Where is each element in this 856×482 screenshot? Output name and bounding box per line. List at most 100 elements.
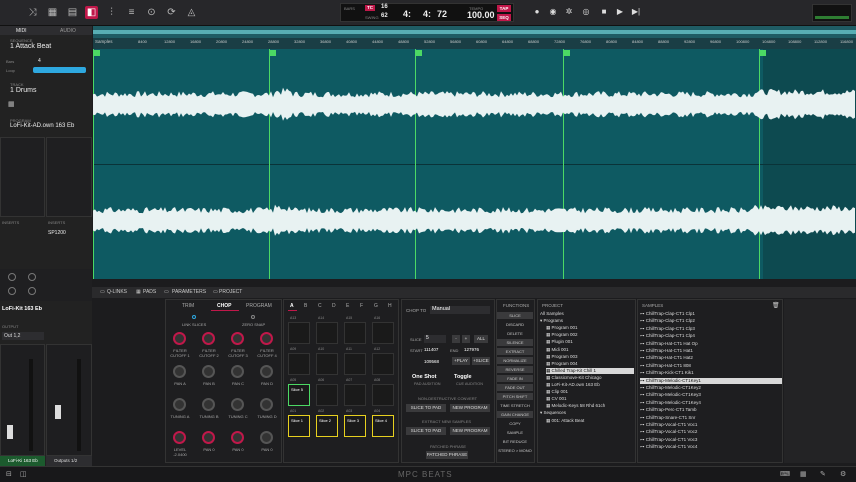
link-slices-toggle[interactable] [192,315,196,319]
sample-item[interactable]: ⊶ ChillTrap-Melodic-CT1Key2 [640,385,782,391]
sample-item[interactable]: ⊶ ChillTrap-Hat-CT1 Hat Op [640,341,782,347]
pad-a14[interactable]: A14 [316,316,338,344]
loop-toggle[interactable] [33,67,86,73]
length-value[interactable]: 109568 [424,359,439,364]
function-fade-in[interactable]: FADE IN [497,375,533,382]
pan-knob-4[interactable] [28,287,36,295]
pad-a12[interactable]: A12 [372,347,394,375]
tab-pads[interactable]: PADS [143,289,156,295]
sample-item[interactable]: ⊶ ChillTrap-Vocal-CT1 Voc1 [640,422,782,428]
slice-minus-button[interactable]: - [452,335,460,343]
chop-mode[interactable]: CHOP [217,303,231,309]
pad-a10[interactable]: A10 [316,347,338,375]
shuffle-icon[interactable]: ⤨ [26,6,39,19]
knob-pan-c[interactable] [231,365,244,378]
pad-a09[interactable]: A09 [288,347,310,375]
knob-filter-cutoff-2[interactable] [202,332,215,345]
function-bit-reduce[interactable]: BIT REDUCE [497,438,533,445]
grid-small-icon[interactable]: ▦ [8,100,16,108]
knob-pan-d[interactable] [260,365,273,378]
tab-project[interactable]: PROJECT [219,289,242,295]
sample-item[interactable]: ⊶ ChillTrap-Melodic-CT1Key4 [640,400,782,406]
slice-value[interactable]: 5 [424,335,446,343]
pan-knob-3[interactable] [8,287,16,295]
track-name[interactable]: 1 Drums [10,87,102,94]
pad-a11[interactable]: A11 [344,347,366,375]
tc-button[interactable]: TC [365,5,375,11]
pan-knob-1[interactable] [8,273,16,281]
pad-bank-f[interactable]: F [360,303,363,309]
knob-level-2-0400[interactable] [173,431,186,444]
waveform-editor[interactable] [93,49,856,279]
overdub-button[interactable]: ◉ [547,6,559,18]
knob-filter-cutoff-3[interactable] [231,332,244,345]
end-value[interactable]: 127976 [464,347,479,352]
midi-tab[interactable]: MIDI [16,28,27,34]
pad-a05[interactable]: A05 Slice 5 [288,378,310,406]
sample-item[interactable]: ⊶ ChillTrap-Clap-CT1 Clp3 [640,326,782,332]
record-button[interactable]: ● [531,6,543,18]
status-menu-icon[interactable]: ⊟ [6,470,12,478]
audio-tab[interactable]: AUDIO [60,28,76,34]
zero-snap-toggle[interactable] [251,315,255,319]
knob-tuning-a[interactable] [173,398,186,411]
status-cpu-icon[interactable]: ◫ [20,470,27,478]
sample-item[interactable]: ⊶ ChillTrap-Vocal-CT1 Voc4 [640,444,782,450]
sample-edit-icon[interactable]: ◧ [85,6,98,19]
project-item[interactable]: ▦ Melodic-Keys 58 Rhd 61ch [546,403,634,409]
sample-item[interactable]: ⊶ ChillTrap-Melodic-CT1Key3 [640,392,782,398]
function-sample[interactable]: SAMPLE [497,429,533,436]
project-item[interactable]: ▦ CV 001 [546,396,634,402]
knob-tuning-c[interactable] [231,398,244,411]
sample-item[interactable]: ⊶ ChillTrap-Vocal-CT1 Voc3 [640,437,782,443]
project-item[interactable]: ▦ Midi 001 [546,347,634,353]
sample-item[interactable]: ⊶ ChillTrap-Clap-CT1 Clp2 [640,318,782,324]
tab-q-links[interactable]: Q-LINKS [107,289,127,295]
pad-bank-b[interactable]: B [304,303,307,309]
function-pitch-shift[interactable]: PITCH SHIFT [497,393,533,400]
sample-item[interactable]: ⊶ ChillTrap-Vocal-CT1 Voc2 [640,429,782,435]
sample-item[interactable]: ⊶ ChillTrap-Snare-CT1 Snr [640,415,782,421]
status-tools-icon[interactable]: ✎ [820,470,826,478]
project-item[interactable]: ▦ Classicmove-Kit Chicago [546,375,634,381]
new-program-button[interactable]: NEW PROGRAM [450,404,490,412]
function-fade-out[interactable]: FADE OUT [497,384,533,391]
seq-mode-button[interactable]: SEQ [497,14,511,21]
function-slice[interactable]: SLICE [497,312,533,319]
channel-name-1[interactable]: LoFi-Ki 163 Eb [0,456,45,466]
pad-a02[interactable]: A02 Slice 2 [316,409,338,437]
tc-value[interactable]: 16 [381,4,388,10]
timeline-ruler[interactable]: Samples 8400 12800 16800 20800 24800 28800 328… [93,26,856,49]
slice-to-pad-button-2[interactable]: SLICE TO PAD [406,427,446,435]
knob-pan-0[interactable] [260,431,273,444]
project-item[interactable]: ▾ Programs [540,318,634,324]
menu-icon[interactable]: ≡ [125,6,138,19]
status-settings-icon[interactable]: ⚙ [840,470,846,478]
play-start-button[interactable]: ▶| [630,6,642,18]
project-item[interactable]: ▦ Clip 001 [546,389,634,395]
automation-button[interactable]: ✲ [563,6,575,18]
function-normalize[interactable]: NORMALIZE [497,357,533,364]
pad-a03[interactable]: A03 Slice 3 [344,409,366,437]
metronome-icon[interactable]: ◬ [185,6,198,19]
fader-2[interactable] [55,405,61,419]
sample-item[interactable]: ⊶ ChillTrap-Clap-CT1 Clp1 [640,311,782,317]
tab-parameters[interactable]: PARAMETERS [172,289,206,295]
loop-icon[interactable]: ⟳ [165,6,178,19]
knob-tuning-b[interactable] [202,398,215,411]
function-time-stretch[interactable]: TIME STRETCH [497,402,533,409]
pad-a06[interactable]: A06 [316,378,338,406]
chop-to-select[interactable]: Manual [430,306,490,314]
project-item[interactable]: ▾ Sequences [540,410,634,416]
pad-bank-a[interactable]: A [290,303,294,309]
sample-item[interactable]: ⊶ ChillTrap-Hat-CT1 Hat1 [640,348,782,354]
project-item[interactable]: ▦ 001: Attack Beat [546,418,634,424]
knob-pan-0[interactable] [231,431,244,444]
pad-bank-d[interactable]: D [332,303,336,309]
function-delete[interactable]: DELETE [497,330,533,337]
pad-a13[interactable]: A13 [288,316,310,344]
program-name[interactable]: LoFi-Kit-AD.own 163 Eb [10,123,102,129]
project-item[interactable]: ▦ LoFi-Kit-AD.own 163 Eb [546,382,634,388]
pad-bank-c[interactable]: C [318,303,322,309]
pad-a04[interactable]: A04 Slice 4 [372,409,394,437]
